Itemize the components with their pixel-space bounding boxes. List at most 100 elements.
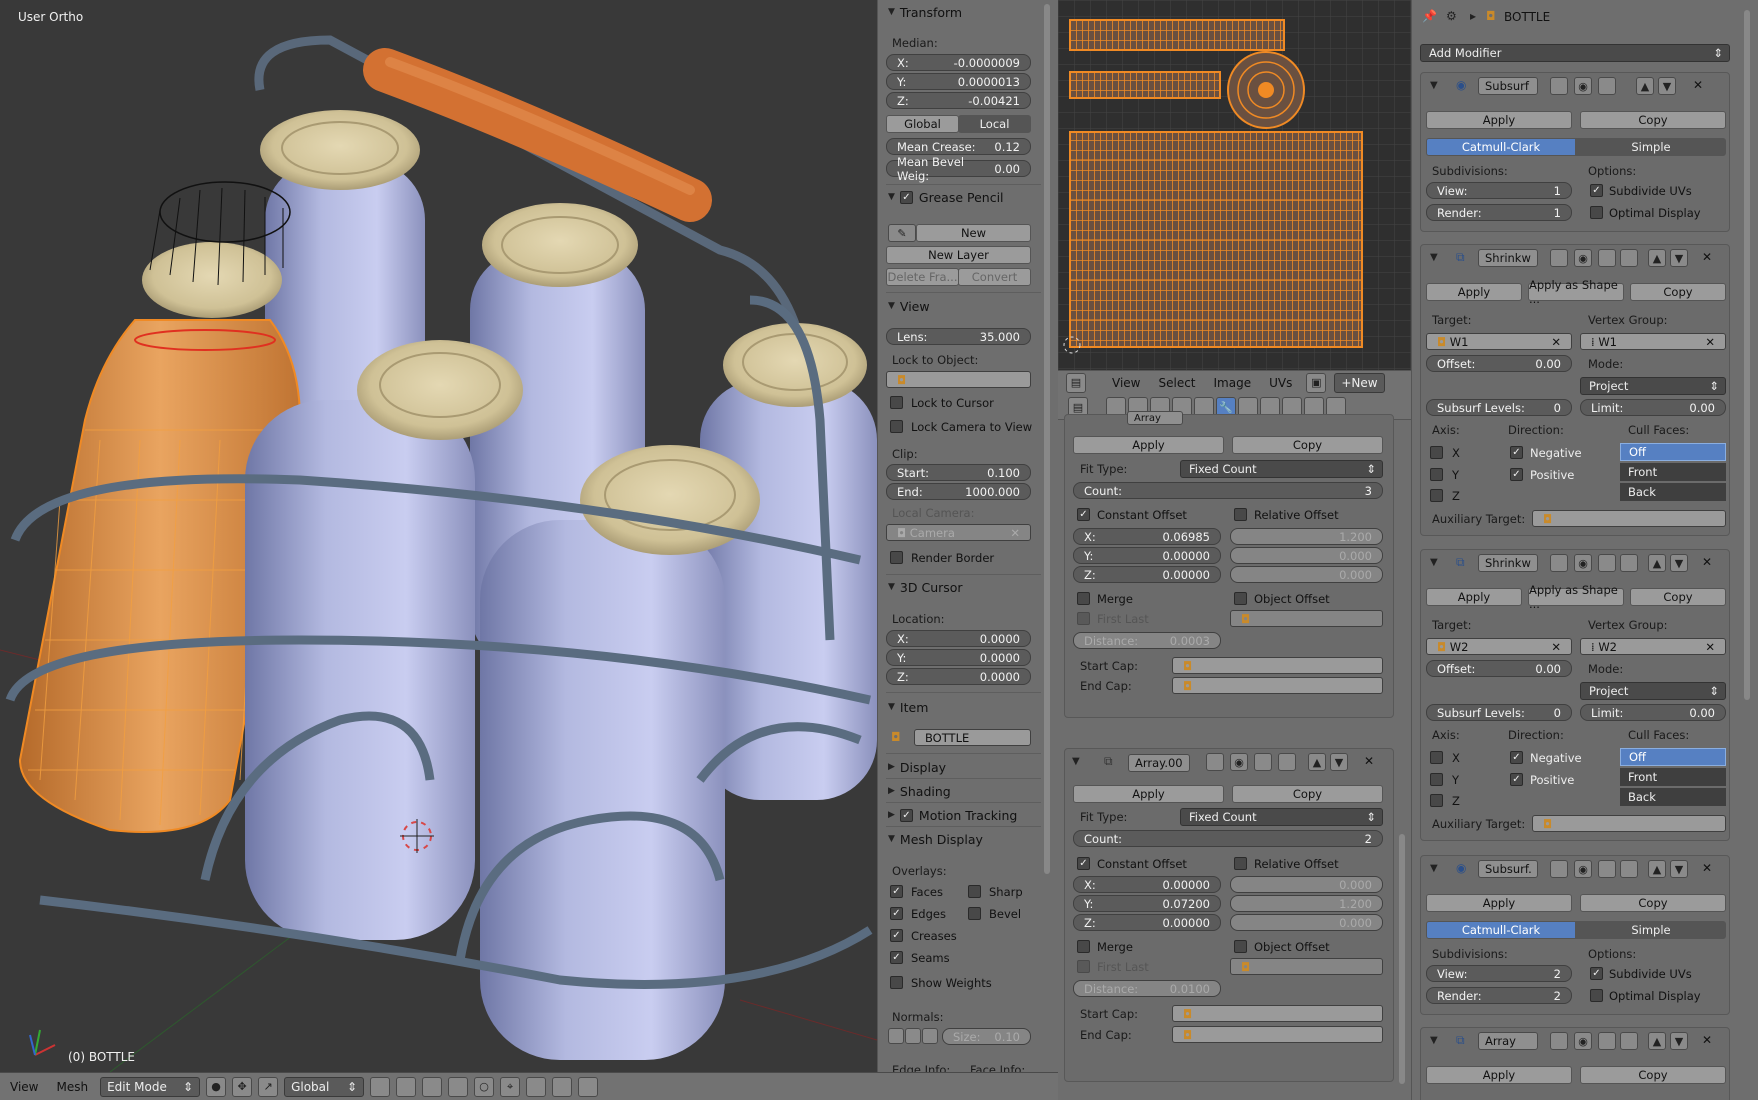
array2-relative-offset-checkbox[interactable] — [1234, 857, 1247, 870]
local-camera-field[interactable]: ◘ Camera ✕ — [886, 524, 1031, 541]
viewport-toggle-icon[interactable]: ◉ — [1574, 554, 1592, 572]
occlude-geometry-icon[interactable] — [448, 1076, 469, 1097]
shrink1-cull-back-option[interactable]: Back — [1620, 483, 1726, 501]
view-panel-header[interactable]: ▼ View — [878, 296, 1048, 316]
mesh-display-panel-header[interactable]: ▼ Mesh Display — [878, 829, 1048, 849]
uv-select-menu[interactable]: Select — [1158, 376, 1195, 390]
subsurf1-render-field[interactable]: Render: 1 — [1426, 204, 1572, 221]
vertex-normals-icon[interactable] — [888, 1028, 904, 1044]
viewport-toggle-icon[interactable]: ◉ — [1574, 860, 1592, 878]
uv-uvs-menu[interactable]: UVs — [1269, 376, 1292, 390]
shrink1-negative-checkbox[interactable]: ✓ — [1510, 446, 1523, 459]
shrink1-aux-target-field[interactable]: ◘ — [1532, 510, 1726, 527]
lock-object-field[interactable]: ◘ — [886, 371, 1031, 388]
snap-target-icon[interactable] — [526, 1076, 547, 1097]
array1-relative-y-field[interactable]: 0.000 — [1230, 547, 1383, 564]
editmode-toggle-icon[interactable] — [1598, 860, 1616, 878]
array1-end-cap-field[interactable]: ◘ — [1172, 677, 1383, 694]
viewport-toggle-icon[interactable]: ◉ — [1574, 77, 1592, 95]
array1-relative-offset-checkbox[interactable] — [1234, 508, 1247, 521]
faces-checkbox[interactable]: ✓ — [890, 885, 903, 898]
subsurf2-name-field[interactable]: Subsurf. — [1478, 860, 1538, 878]
cursor-z-field[interactable]: Z: 0.0000 — [886, 668, 1031, 685]
shrink1-name-field[interactable]: Shrinkw — [1478, 249, 1538, 267]
array1-merge-checkbox[interactable] — [1077, 592, 1090, 605]
shrink2-name-field[interactable]: Shrinkw — [1478, 554, 1538, 572]
move-up-icon[interactable]: ▲ — [1648, 249, 1666, 267]
array2-first-last-checkbox[interactable] — [1077, 960, 1090, 973]
add-modifier-dropdown[interactable]: Add Modifier ⇕ — [1420, 44, 1730, 62]
shrink1-axis-x-checkbox[interactable] — [1430, 446, 1443, 459]
shrink2-cull-back-option[interactable]: Back — [1620, 788, 1726, 806]
shrink1-axis-z-checkbox[interactable] — [1430, 489, 1443, 502]
shading-panel-header[interactable]: ▶ Shading — [878, 781, 1048, 801]
image-browse-icon[interactable]: ▣ — [1306, 372, 1327, 393]
cage-toggle-icon[interactable] — [1620, 249, 1638, 267]
grease-pencil-checkbox[interactable]: ✓ — [899, 190, 913, 204]
loop-normals-icon[interactable] — [905, 1028, 921, 1044]
move-down-icon[interactable]: ▼ — [1670, 860, 1688, 878]
shrink2-axis-y-checkbox[interactable] — [1430, 773, 1443, 786]
render-toggle-icon[interactable] — [1206, 753, 1224, 771]
shrink1-vgroup-field[interactable]: ⁞ W1 ✕ — [1580, 333, 1726, 350]
clip-start-field[interactable]: Start: 0.100 — [886, 464, 1031, 481]
array1-constant-z-field[interactable]: Z: 0.00000 — [1073, 566, 1221, 583]
cage-toggle-icon[interactable] — [1278, 753, 1296, 771]
clip-end-field[interactable]: End: 1000.000 — [886, 483, 1031, 500]
mode-select[interactable]: Edit Mode ⇕ — [100, 1076, 201, 1097]
move-up-icon[interactable]: ▲ — [1648, 554, 1666, 572]
array2-end-cap-field[interactable]: ◘ — [1172, 1026, 1383, 1043]
shrink2-apply-button[interactable]: Apply — [1426, 588, 1522, 606]
move-up-icon[interactable]: ▲ — [1636, 77, 1654, 95]
shrink1-apply-button[interactable]: Apply — [1426, 283, 1522, 301]
array3-apply-button[interactable]: Apply — [1426, 1066, 1572, 1084]
cursor-x-field[interactable]: X: 0.0000 — [886, 630, 1031, 647]
remove-modifier-icon[interactable]: ✕ — [1702, 250, 1712, 264]
face-select-icon[interactable] — [422, 1076, 443, 1097]
shrink2-axis-z-checkbox[interactable] — [1430, 794, 1443, 807]
3d-cursor-panel-header[interactable]: ▼ 3D Cursor — [878, 577, 1048, 597]
move-down-icon[interactable]: ▼ — [1670, 1032, 1688, 1050]
catmull-clark-toggle[interactable]: Catmull-Clark — [1426, 138, 1576, 156]
array1-fit-type-select[interactable]: Fixed Count ⇕ — [1180, 460, 1383, 478]
subsurf1-name-field[interactable]: Subsurf — [1478, 77, 1538, 95]
lens-field[interactable]: Lens: 35.000 — [886, 328, 1031, 345]
viewport-toggle-icon[interactable]: ◉ — [1230, 753, 1248, 771]
array2-relative-z-field[interactable]: 0.000 — [1230, 914, 1383, 931]
lock-camera-checkbox[interactable] — [890, 420, 903, 433]
viewport-toggle-icon[interactable]: ◉ — [1574, 249, 1592, 267]
subsurf1-subdivide-uvs-checkbox[interactable]: ✓ — [1590, 184, 1603, 197]
modifier-name-field[interactable]: Array — [1127, 411, 1183, 425]
remove-modifier-icon[interactable]: ✕ — [1702, 1033, 1712, 1047]
uv-view-menu[interactable]: View — [1112, 376, 1140, 390]
array2-count-field[interactable]: Count: 2 — [1073, 830, 1383, 847]
render-toggle-icon[interactable] — [1550, 249, 1568, 267]
array1-first-last-checkbox[interactable] — [1077, 612, 1090, 625]
shrink1-limit-field[interactable]: Limit: 0.00 — [1580, 399, 1726, 416]
editmode-toggle-icon[interactable] — [1598, 554, 1616, 572]
grease-pencil-panel-header[interactable]: ▼ ✓ Grease Pencil — [878, 187, 1048, 207]
subsurf2-view-field[interactable]: View: 2 — [1426, 965, 1572, 982]
editmode-toggle-icon[interactable] — [1598, 77, 1616, 95]
render-icon[interactable] — [552, 1076, 573, 1097]
shrink2-limit-field[interactable]: Limit: 0.00 — [1580, 704, 1726, 721]
collapse-triangle-icon[interactable]: ▼ — [1430, 252, 1438, 263]
orientation-select[interactable]: Global ⇕ — [284, 1076, 365, 1097]
shrink1-cull-front-option[interactable]: Front — [1620, 463, 1726, 481]
array2-distance-field[interactable]: Distance: 0.0100 — [1073, 980, 1221, 997]
shrink1-subsurf-levels-field[interactable]: Subsurf Levels: 0 — [1426, 399, 1572, 416]
proportional-edit-icon[interactable]: ○ — [474, 1076, 495, 1097]
shrink2-mode-select[interactable]: Project ⇕ — [1580, 682, 1726, 700]
convert-button[interactable]: Convert — [958, 268, 1031, 286]
motion-tracking-checkbox[interactable]: ✓ — [899, 808, 913, 822]
array2-copy-button[interactable]: Copy — [1232, 785, 1383, 803]
array2-relative-y-field[interactable]: 1.200 — [1230, 895, 1383, 912]
shrink1-mode-select[interactable]: Project ⇕ — [1580, 377, 1726, 395]
array1-apply-button[interactable]: Apply — [1073, 436, 1224, 454]
subsurf2-apply-button[interactable]: Apply — [1426, 894, 1572, 912]
array1-start-cap-field[interactable]: ◘ — [1172, 657, 1383, 674]
array1-object-offset-checkbox[interactable] — [1234, 592, 1247, 605]
face-normals-icon[interactable] — [922, 1028, 938, 1044]
collapse-triangle-icon[interactable]: ▼ — [1430, 1035, 1438, 1046]
array1-constant-y-field[interactable]: Y: 0.00000 — [1073, 547, 1221, 564]
